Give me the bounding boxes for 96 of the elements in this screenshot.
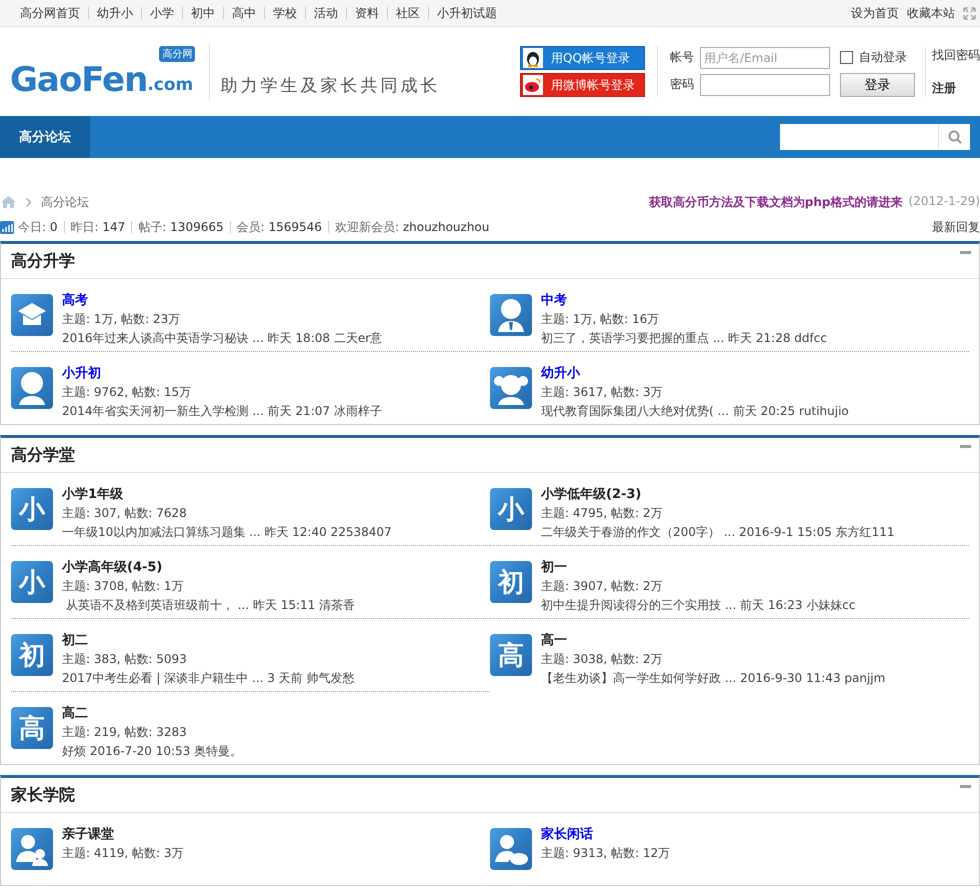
forum-name-link[interactable]: 幼升小	[541, 364, 849, 382]
forum-icon[interactable]: 高	[490, 634, 532, 676]
weibo-icon	[523, 75, 543, 95]
top-nav-link[interactable]: 学校	[264, 7, 305, 19]
latest-replies-link[interactable]: 最新回复	[932, 218, 980, 236]
forum-stats: 主题: 1万, 帖数: 23万	[62, 311, 182, 328]
top-nav-link[interactable]: 设为首页	[851, 4, 899, 22]
person-icon	[17, 371, 47, 405]
account-link[interactable]: 找回密码	[932, 46, 980, 64]
last-post[interactable]: 从英语不及格到英语班级前十， ... 昨天 15:11 清茶香	[62, 597, 356, 614]
top-nav-link[interactable]: 初中	[182, 7, 223, 19]
stat-item: 昨日: 147	[64, 221, 132, 233]
forum-icon[interactable]: 小	[490, 488, 532, 530]
logo-suffix: .com	[147, 74, 194, 96]
last-post[interactable]: 2014年省实天河初一新生入学检测 ... 前天 21:07 冰雨梓子	[62, 403, 382, 420]
forum-icon[interactable]: 初	[490, 561, 532, 603]
top-nav-link[interactable]: 高中	[223, 7, 264, 19]
forum-name-link[interactable]: 高一	[541, 631, 886, 649]
top-nav-link[interactable]: 小升初试题	[428, 7, 505, 19]
section-title: 高分升学	[11, 250, 75, 272]
forum-name-link[interactable]: 中考	[541, 291, 827, 309]
stat-item: 欢迎新会员: zhouzhouzhou	[328, 221, 496, 233]
top-nav-link[interactable]: 幼升小	[88, 7, 141, 19]
top-nav-link[interactable]: 收藏本站	[907, 4, 955, 22]
forum-icon[interactable]: 小	[11, 561, 53, 603]
top-nav-link[interactable]: 活动	[305, 7, 346, 19]
forum-name-link[interactable]: 小升初	[62, 364, 382, 382]
forum-stats: 主题: 3708, 帖数: 1万	[62, 578, 185, 595]
forum-icon[interactable]: 小	[11, 488, 53, 530]
forum-stats: 主题: 9313, 帖数: 12万	[541, 845, 670, 862]
last-post[interactable]: 一年级10以内加减法口算练习题集 ... 昨天 12:40 22538407	[62, 524, 392, 541]
password-label: 密码	[670, 76, 694, 93]
last-post[interactable]: 【老生劝谈】高一学生如何学好政 ... 2016-9-30 11:43 panjjm	[541, 670, 886, 687]
search-field[interactable]	[780, 124, 970, 150]
collapse-icon[interactable]	[960, 250, 971, 254]
forum-name-link[interactable]: 小学1年级	[62, 485, 392, 503]
social-login-button[interactable]: 用微博帐号登录	[520, 73, 645, 97]
bar-chart-icon	[0, 220, 14, 234]
section-title: 家长学院	[11, 784, 75, 806]
forum-stats: 主题: 3038, 帖数: 2万	[541, 651, 664, 668]
home-icon[interactable]	[1, 196, 16, 208]
forum-stats: 主题: 383, 帖数: 5093	[62, 651, 188, 668]
last-post[interactable]: 初三了，英语学习要把握的重点 ... 昨天 21:28 ddfcc	[541, 330, 827, 347]
person-with-tie-icon	[496, 298, 526, 332]
stat-item: 会员: 1569546	[230, 221, 328, 233]
collapse-icon[interactable]	[960, 444, 971, 448]
forum-name-link[interactable]: 高二	[62, 704, 242, 722]
last-post[interactable]: 初中生提升阅读得分的三个实用技 ... 前天 16:23 小妹妹cc	[541, 597, 856, 614]
logo-text[interactable]: GaoFen	[10, 60, 148, 100]
username-field[interactable]: 用户名/Email	[700, 46, 830, 68]
forum-name-link[interactable]: 初一	[541, 558, 856, 576]
section-title: 高分学堂	[11, 444, 75, 466]
fullscreen-icon[interactable]	[963, 6, 976, 20]
forum-icon[interactable]: 初	[11, 634, 53, 676]
forum-stats: 主题: 1万, 帖数: 16万	[541, 311, 660, 328]
collapse-icon[interactable]	[960, 784, 971, 788]
forum-stats: 主题: 307, 帖数: 7628	[62, 505, 188, 522]
logo-badge: 高分网	[159, 46, 196, 62]
last-post[interactable]: 现代教育国际集团八大绝对优势( ... 前天 20:25 rutihujio	[541, 403, 849, 420]
search-icon	[948, 130, 962, 144]
last-post[interactable]: 二年级关于春游的作文（200字） ... 2016-9-1 15:05 东方红111	[541, 524, 895, 541]
forum-name-link[interactable]: 家长闲话	[541, 825, 670, 843]
forum-name-link[interactable]: 高考	[62, 291, 382, 309]
forum-name-link[interactable]: 亲子课堂	[62, 825, 184, 843]
top-nav-link[interactable]: 社区	[387, 7, 428, 19]
forum-name-link[interactable]: 初二	[62, 631, 355, 649]
last-post[interactable]: 2016年过来人谈高中英语学习秘诀 ... 昨天 18:08 二天er意	[62, 330, 382, 347]
forum-name-link[interactable]: 小学高年级(4-5)	[62, 558, 356, 576]
top-nav-link[interactable]: 高分网首页	[12, 7, 88, 19]
stat-item: 帖子: 1309665	[131, 221, 230, 233]
last-post[interactable]: 好烦 2016-7-20 10:53 奥特曼。	[62, 743, 242, 760]
slogan: 助力学生及家长共同成长	[220, 75, 440, 97]
forum-icon[interactable]: 高	[11, 707, 53, 749]
account-link[interactable]: 注册	[932, 80, 980, 96]
forum-stats: 主题: 4119, 帖数: 3万	[62, 845, 184, 862]
forum-stats: 主题: 4795, 帖数: 2万	[541, 505, 664, 522]
login-button[interactable]: 登录	[840, 72, 915, 96]
stat-item: 今日: 0	[17, 221, 59, 233]
breadcrumb-link[interactable]: 高分论坛	[41, 194, 89, 210]
username-label: 帐号	[670, 49, 694, 66]
forum-stats: 主题: 3907, 帖数: 2万	[541, 578, 664, 595]
nav-tab[interactable]: 高分论坛	[0, 116, 90, 158]
chevron-right-icon	[26, 198, 31, 206]
notice-link[interactable]: 获取高分币方法及下载文档为php格式的请进来	[648, 194, 903, 210]
password-field[interactable]	[700, 74, 830, 96]
last-post[interactable]: 2017中考生必看 | 深谈非户籍生中 ... 3 天前 帅气发愁	[62, 670, 355, 687]
forum-stats: 主题: 9762, 帖数: 15万	[62, 384, 192, 401]
top-nav-link[interactable]: 资料	[346, 7, 387, 19]
social-login-button[interactable]: 用QQ帐号登录	[520, 46, 645, 70]
forum-stats: 主题: 219, 帖数: 3283	[62, 724, 188, 741]
top-nav-link[interactable]: 小学	[141, 7, 182, 19]
penguin-icon	[523, 48, 543, 68]
forum-stats: 主题: 3617, 帖数: 3万	[541, 384, 664, 401]
forum-name-link[interactable]: 小学低年级(2-3)	[541, 485, 895, 503]
notice-date: (2012-1-29)	[908, 194, 980, 210]
auto-login-checkbox[interactable]: 自动登录	[840, 49, 915, 66]
